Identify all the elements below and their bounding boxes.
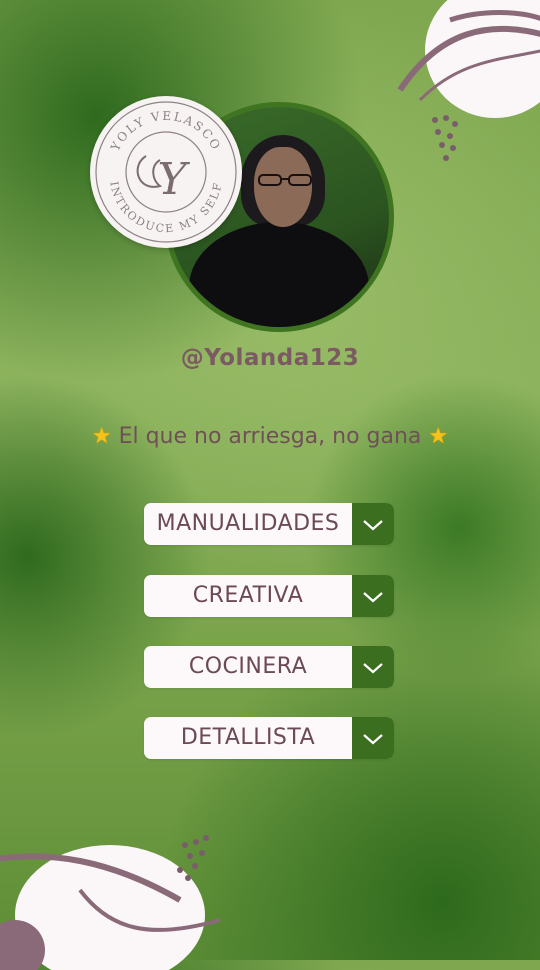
chevron-down-icon [363, 520, 383, 531]
dropdown-cocinera[interactable]: COCINERA [144, 646, 394, 688]
dropdown-toggle-button[interactable] [352, 646, 394, 688]
flower-decoration-icon [397, 0, 540, 161]
dropdown-toggle-button[interactable] [352, 503, 394, 545]
username-handle: @Yolanda123 [180, 345, 360, 371]
star-icon: ★ [428, 424, 449, 449]
dropdown-label: DETALLISTA [180, 725, 316, 750]
dropdown-manualidades[interactable]: MANUALIDADES [144, 503, 394, 545]
star-icon: ★ [91, 424, 112, 449]
dropdown-label: CREATIVA [192, 583, 304, 608]
dropdown-label: MANUALIDADES [156, 511, 340, 536]
dropdown-creativa[interactable]: CREATIVA [144, 575, 394, 617]
dropdown-label: COCINERA [188, 654, 308, 679]
flower-decoration-icon [0, 835, 221, 970]
dropdown-toggle-button[interactable] [352, 575, 394, 617]
motto-text: El que no arriesga, no gana [118, 424, 422, 449]
dropdown-detallista[interactable]: DETALLISTA [144, 717, 394, 759]
chevron-down-icon [363, 592, 383, 603]
chevron-down-icon [363, 734, 383, 745]
motto-line: ★ El que no arriesga, no gana ★ [0, 424, 540, 449]
stamp-monogram: Y [157, 154, 190, 205]
chevron-down-icon [363, 663, 383, 674]
monogram-stamp-logo: YOLY VELASCO INTRODUCE MY SELF Y [90, 96, 242, 248]
dropdown-toggle-button[interactable] [352, 717, 394, 759]
